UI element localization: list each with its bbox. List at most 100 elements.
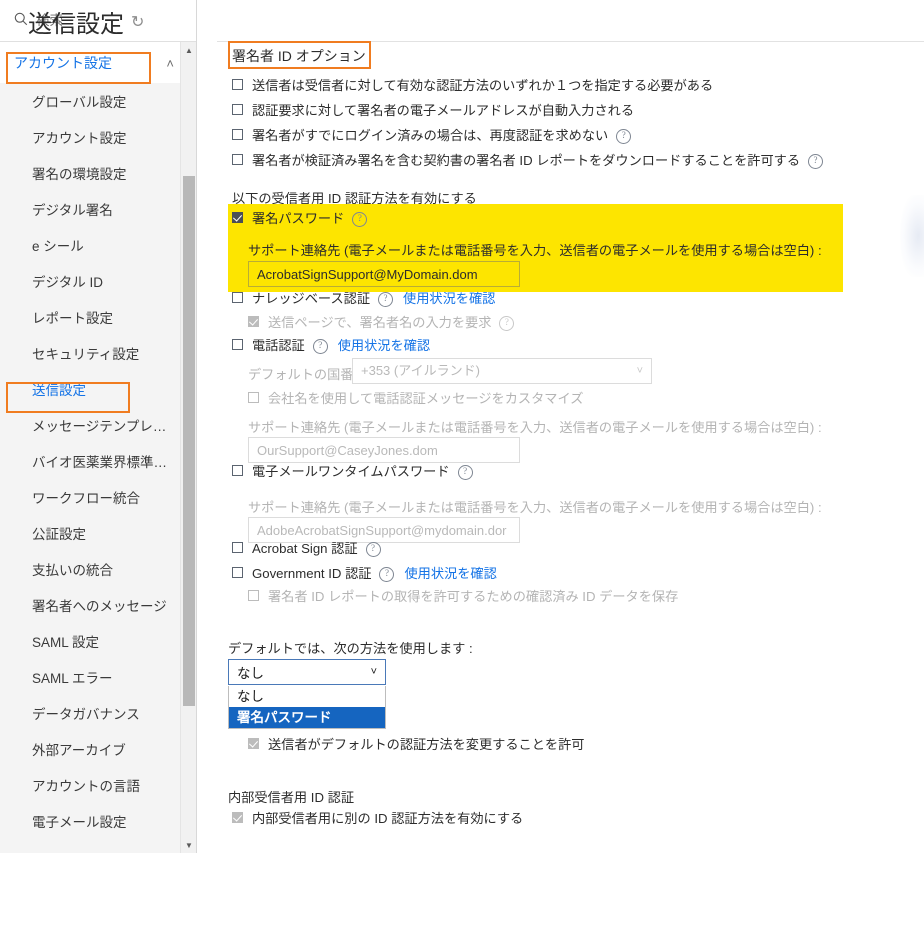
sidebar-item-digital-id[interactable]: デジタル ID [0,263,196,299]
info-icon[interactable]: ? [808,154,824,169]
checkbox-internal-recipient[interactable] [232,812,243,823]
checkbox-autofill-email[interactable] [232,104,243,115]
page-title-text: 送信設定 [28,11,124,38]
checkbox-label: 会社名を使用して電話認証メッセージをカスタマイズ [268,391,584,406]
info-icon[interactable]: ? [365,542,381,557]
sidebar-item-send-settings[interactable]: 送信設定 [0,371,196,407]
sidebar-item-message-to-signer[interactable]: 署名者へのメッセージ [0,587,196,623]
link-check-usage-government-id[interactable]: 使用状況を確認 [404,566,496,582]
checkbox-row-government-id[interactable]: Government ID 認証 ? 使用状況を確認 [232,566,497,582]
sidebar-item-global-settings[interactable]: グローバル設定 [0,83,196,119]
sidebar-item-saml-errors[interactable]: SAML エラー [0,659,196,695]
sidebar-item-notary-settings[interactable]: 公証設定 [0,515,196,551]
checkbox-row-customize-phone-msg[interactable]: 会社名を使用して電話認証メッセージをカスタマイズ [248,391,583,407]
checkbox-customize-phone-msg[interactable] [248,392,259,403]
select-default-method-value: なし [237,666,264,681]
checkbox-signing-password[interactable] [232,212,243,223]
checkbox-kba[interactable] [232,292,243,303]
checkbox-allow-download-report[interactable] [232,154,243,165]
refresh-icon[interactable]: ↻ [131,12,144,32]
info-icon[interactable]: ? [378,292,394,307]
info-icon[interactable]: ? [312,339,328,354]
select-default-country-code[interactable]: +353 (アイルランド) ˅ [352,358,652,384]
select-option-none[interactable]: なし [229,686,385,707]
checkbox-row-email-otp[interactable]: 電子メールワンタイムパスワード ? [232,464,473,480]
select-default-method-options[interactable]: なし 署名パスワード [228,686,386,729]
info-icon[interactable]: ? [352,212,368,227]
checkbox-row-allow-sender-change-default[interactable]: 送信者がデフォルトの認証方法を変更することを許可 [248,737,585,753]
sidebar-scrollbar[interactable]: ▲ ▼ [180,42,196,853]
checkbox-row-store-verified-id[interactable]: 署名者 ID レポートの取得を許可するための確認済み ID データを保存 [248,589,678,605]
sidebar-scrollbar-thumb[interactable] [183,176,195,706]
chevron-down-icon[interactable]: ˅ [371,666,377,678]
chevron-up-icon[interactable]: ˄ [166,56,174,71]
select-option-signing-password[interactable]: 署名パスワード [229,707,385,728]
sidebar-item-security-settings[interactable]: セキュリティ設定 [0,335,196,371]
sidebar-item-label: 外部アーカイブ [32,743,126,758]
sidebar-item-signature-preferences[interactable]: 署名の環境設定 [0,155,196,191]
scroll-up-arrow-icon[interactable]: ▲ [181,42,197,58]
checkbox-label: 送信者は受信者に対して有効な認証方法のいずれか１つを指定する必要がある [252,78,714,93]
link-check-usage-kba[interactable]: 使用状況を確認 [403,291,495,307]
checkbox-sender-must-specify[interactable] [232,79,243,90]
label-support-contact-signing-password: サポート連絡先 (電子メールまたは電話番号を入力、送信者の電子メールを使用する場… [248,243,822,258]
sidebar-item-bio-pharma[interactable]: バイオ医薬業界標準… [0,443,196,479]
sidebar-item-report-settings[interactable]: レポート設定 [0,299,196,335]
sidebar-item-label: 送信設定 [32,383,86,398]
checkbox-label: ナレッジベース認証 [252,291,371,306]
sidebar-item-digital-signature[interactable]: デジタル署名 [0,191,196,227]
link-check-usage-phone[interactable]: 使用状況を確認 [338,338,430,354]
info-icon[interactable]: ? [499,316,515,331]
sidebar-account-settings-header[interactable]: アカウント設定 ˄ [0,42,196,83]
checkbox-label: Acrobat Sign 認証 [252,541,358,556]
checkbox-row-sender-must-specify[interactable]: 送信者は受信者に対して有効な認証方法のいずれか１つを指定する必要がある [232,78,713,94]
sidebar-item-payment-integration[interactable]: 支払いの統合 [0,551,196,587]
sidebar-item-label: データガバナンス [32,707,140,722]
checkbox-row-phone-auth[interactable]: 電話認証 ? 使用状況を確認 [232,338,430,354]
select-default-country-code-value: +353 (アイルランド) [361,363,480,378]
checkbox-government-id[interactable] [232,567,243,578]
checkbox-label: 送信者がデフォルトの認証方法を変更することを許可 [268,737,585,752]
chevron-down-icon[interactable]: ˅ [637,359,643,383]
sidebar-item-account-settings[interactable]: アカウント設定 [0,119,196,155]
checkbox-row-signing-password[interactable]: 署名パスワード ? [232,211,368,227]
checkbox-row-autofill-email[interactable]: 認証要求に対して署名者の電子メールアドレスが自動入力される [232,103,634,119]
checkbox-label: 署名者が検証済み署名を含む契約書の署名者 ID レポートをダウンロードすることを… [252,153,801,168]
info-icon[interactable]: ? [457,465,473,480]
sidebar-item-label: SAML エラー [32,671,113,686]
checkbox-row-kba[interactable]: ナレッジベース認証 ? 使用状況を確認 [232,291,495,307]
checkbox-row-kba-require-name[interactable]: 送信ページで、署名者名の入力を要求 ? [248,315,515,331]
checkbox-row-internal-recipient[interactable]: 内部受信者用に別の ID 認証方法を有効にする [232,811,523,827]
checkbox-email-otp[interactable] [232,465,243,476]
checkbox-allow-sender-change-default[interactable] [248,738,259,749]
checkbox-label: 送信ページで、署名者名の入力を要求 [268,315,492,330]
checkbox-label: 署名パスワード [252,211,345,226]
sidebar-item-message-templates[interactable]: メッセージテンプレ… [0,407,196,443]
info-icon[interactable]: ? [379,567,395,582]
info-icon[interactable]: ? [616,129,632,144]
sidebar-item-external-archive[interactable]: 外部アーカイブ [0,731,196,767]
checkbox-skip-reauth[interactable] [232,129,243,140]
checkbox-kba-require-name[interactable] [248,316,259,327]
sidebar-item-label: ワークフロー統合 [32,491,140,506]
checkbox-row-allow-download-report[interactable]: 署名者が検証済み署名を含む契約書の署名者 ID レポートをダウンロードすることを… [232,153,824,169]
checkbox-acrobat-sign-auth[interactable] [232,542,243,553]
select-default-method[interactable]: なし ˅ [228,659,386,685]
sidebar-item-label: e シール [32,239,84,254]
input-support-contact-email-otp[interactable] [248,517,520,543]
sidebar-item-email-settings[interactable]: 電子メール設定 [0,803,196,839]
checkbox-row-acrobat-sign-auth[interactable]: Acrobat Sign 認証 ? [232,541,381,557]
input-support-contact-signing-password[interactable] [248,261,520,287]
sidebar-item-saml-settings[interactable]: SAML 設定 [0,623,196,659]
input-support-contact-phone[interactable] [248,437,520,463]
sidebar-item-account-language[interactable]: アカウントの言語 [0,767,196,803]
checkbox-row-skip-reauth[interactable]: 署名者がすでにログイン済みの場合は、再度認証を求めない ? [232,128,632,144]
checkbox-phone-auth[interactable] [232,339,243,350]
sidebar-item-workflow-integration[interactable]: ワークフロー統合 [0,479,196,515]
scroll-down-arrow-icon[interactable]: ▼ [181,837,197,853]
checkbox-store-verified-id[interactable] [248,590,259,601]
sidebar-item-data-governance[interactable]: データガバナンス [0,695,196,731]
sidebar-item-label: 署名者へのメッセージ [32,599,167,614]
sidebar-item-eseal[interactable]: e シール [0,227,196,263]
sidebar-item-label: メッセージテンプレ… [32,419,167,434]
